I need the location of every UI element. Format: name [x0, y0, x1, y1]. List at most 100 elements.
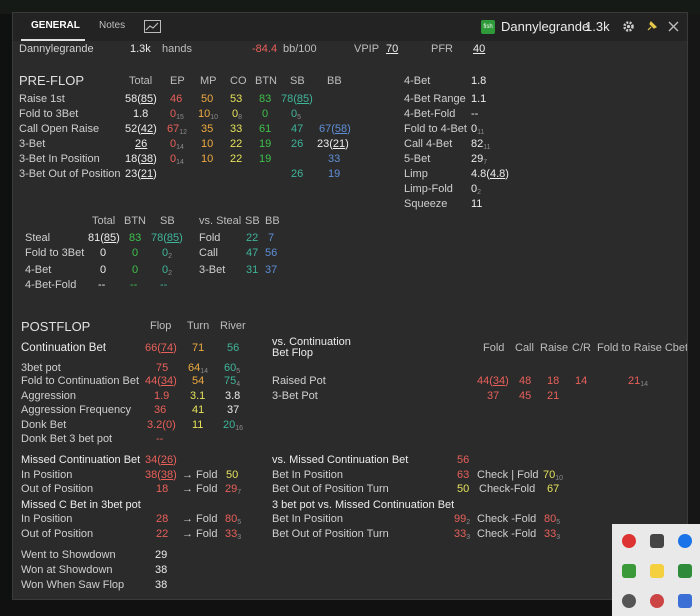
preflop-cell: 05	[291, 108, 302, 121]
summary-bb-label: bb/100	[283, 43, 317, 55]
steal-cell: 81(85)	[88, 232, 120, 244]
vs-missed-row-label: Bet Out of Position Turn	[272, 483, 389, 495]
postflop-cell: 41	[192, 404, 205, 416]
postflop-cell: 37	[227, 404, 240, 416]
tab-notes[interactable]: Notes	[99, 20, 125, 31]
tray-app-icon[interactable]	[678, 564, 692, 578]
tray-app-icon[interactable]	[622, 564, 636, 578]
preflop-cell: 33	[328, 153, 341, 165]
preflop-cell: 23(21)	[317, 138, 349, 150]
preflop-row-label: 3-Bet In Position	[19, 153, 100, 165]
steal-header-total: Total	[92, 215, 116, 227]
summary-hands-label: hands	[162, 43, 192, 55]
vs-cbet-cell: 44(34)	[477, 375, 509, 387]
preflop-cell: 014	[170, 138, 184, 151]
preflop-right-value: 1.8	[471, 75, 487, 87]
vs-steal-row-label: 3-Bet	[199, 264, 226, 276]
preflop-cell: 10	[201, 153, 214, 165]
vs-missed-extra-label: Check | Fold	[477, 469, 539, 481]
vs-steal-header-sb: SB	[245, 215, 260, 227]
steal-row-label: 4-Bet	[25, 264, 52, 276]
preflop-right-value: 1.1	[471, 93, 487, 105]
tab-underline	[21, 39, 85, 41]
vs-cbet-cell: 48	[519, 375, 532, 387]
preflop-cell: 33	[230, 123, 243, 135]
vs-steal-header-bb: BB	[265, 215, 280, 227]
missed3-arrow-fold: → Fold	[182, 513, 218, 525]
vs-missed3-row-label: Bet In Position	[272, 513, 343, 525]
preflop-cell: 52(42)	[125, 123, 157, 135]
player-name: Dannylegrande	[501, 19, 590, 34]
tray-app-icon[interactable]	[678, 594, 692, 608]
preflop-header-mp: MP	[200, 75, 217, 87]
missed-cell: 18	[156, 483, 169, 495]
missed3-cell: 22	[156, 528, 169, 540]
postflop-row-label: Fold to Continuation Bet	[21, 375, 140, 387]
missed-cell: 50	[226, 469, 239, 481]
missed-row-label: Out of Position	[21, 483, 94, 495]
preflop-row-label: Fold to 3Bet	[19, 108, 79, 120]
preflop-header-btn: BTN	[255, 75, 277, 87]
vs-missed3-label: 3 bet pot vs. Missed Continuation Bet	[272, 499, 455, 511]
vs-steal-cell: 31	[246, 264, 259, 276]
tray-app-icon[interactable]	[650, 594, 664, 608]
postflop-title: POSTFLOP	[21, 319, 91, 334]
steal-row-label: Steal	[25, 232, 51, 244]
vs-steal-row-label: Call	[199, 247, 218, 259]
missed3-arrow-fold: → Fold	[182, 528, 218, 540]
vs-cbet-cell: 21	[547, 390, 560, 402]
preflop-cell: 23(21)	[125, 168, 157, 180]
fish-badge-icon: fish	[481, 20, 495, 34]
showdown-value: 38	[155, 579, 168, 591]
preflop-cell: 78(85)	[281, 93, 313, 105]
steal-header-btn: BTN	[124, 215, 146, 227]
preflop-cell: 26	[291, 138, 304, 150]
vs-cbet-title-line2: Bet Flop	[272, 347, 313, 359]
tray-app-icon[interactable]	[650, 534, 664, 548]
steal-cell: 0	[132, 264, 139, 276]
vs-missed-cell: 63	[457, 469, 470, 481]
showdown-row-label: Won at Showdown	[21, 564, 113, 576]
preflop-cell: 0	[262, 108, 269, 120]
gear-icon[interactable]	[622, 20, 635, 33]
preflop-right-label: 4-Bet	[404, 75, 431, 87]
tray-app-icon[interactable]	[622, 534, 636, 548]
preflop-row-label: 3-Bet Out of Position	[19, 168, 121, 180]
vs-cbet-header-ftr: Fold to Raise Cbet	[597, 342, 688, 354]
tray-app-icon[interactable]	[650, 564, 664, 578]
preflop-header-ep: EP	[170, 75, 185, 87]
vs-missed3-cell: 805	[544, 513, 561, 526]
postflop-cell: 1.9	[154, 390, 170, 402]
preflop-row-label: Call Open Raise	[19, 123, 100, 135]
graph-icon[interactable]	[144, 20, 161, 33]
vs-missed3-cell: 333	[454, 528, 471, 541]
tab-general[interactable]: GENERAL	[31, 20, 80, 31]
preflop-cell: 18(38)	[125, 153, 157, 165]
pin-icon[interactable]	[645, 20, 658, 33]
steal-cell: --	[160, 279, 168, 291]
missed-cbet-label: Missed Continuation Bet	[21, 454, 141, 466]
cbet-cell: 71	[192, 342, 205, 354]
vs-missed3-extra-label: Check -Fold	[477, 528, 537, 540]
postflop-cell: 11	[192, 419, 204, 431]
bluetooth-icon[interactable]	[678, 534, 692, 548]
steal-cell: 78(85)	[151, 232, 183, 244]
missed3-row-label: Out of Position	[21, 528, 94, 540]
vs-cbet-cell: 18	[547, 375, 560, 387]
preflop-cell: 014	[170, 153, 184, 166]
close-icon[interactable]	[668, 21, 679, 32]
preflop-right-label: Squeeze	[404, 198, 448, 210]
missed-arrow-fold: → Fold	[182, 483, 218, 495]
postflop-row-label: Donk Bet	[21, 419, 67, 431]
vs-missed-extra-label: Check-Fold	[479, 483, 536, 495]
steal-cell: 0	[132, 247, 139, 259]
preflop-right-label: 5-Bet	[404, 153, 431, 165]
steal-cell: 83	[129, 232, 142, 244]
showdown-value: 29	[155, 549, 168, 561]
preflop-row-label: Raise 1st	[19, 93, 65, 105]
summary-player-name: Dannylegrande	[19, 43, 94, 55]
vs-steal-header: vs. Steal	[199, 215, 242, 227]
preflop-right-label: 4-Bet-Fold	[404, 108, 456, 120]
tray-app-icon[interactable]	[622, 594, 636, 608]
preflop-right-value: 297	[471, 153, 488, 166]
